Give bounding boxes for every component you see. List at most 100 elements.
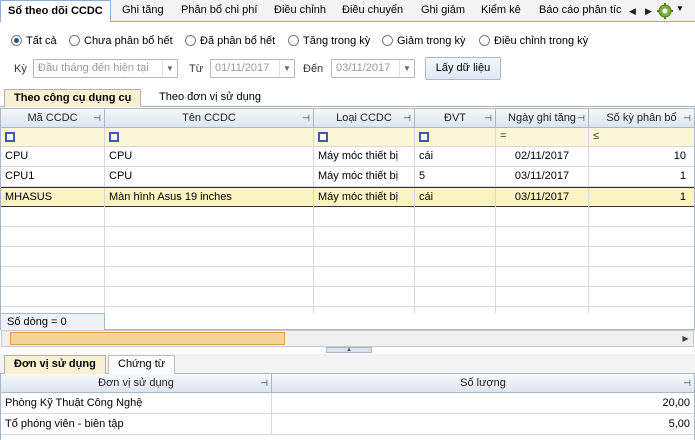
radio-dot-icon: [185, 35, 196, 46]
radio-giam-trong-ky[interactable]: Giảm trong kỳ: [382, 33, 465, 49]
filter-icon[interactable]: [109, 132, 119, 142]
tab-bao-cao-phan-tich[interactable]: Báo cáo phân tíc: [532, 0, 626, 22]
cell-type[interactable]: Máy móc thiết bị: [314, 188, 415, 207]
cell-periods[interactable]: 1: [589, 188, 694, 207]
cell-unit[interactable]: 5: [415, 167, 496, 186]
col-line: [495, 207, 496, 313]
pin-icon[interactable]: ⊣: [302, 109, 310, 127]
cell-quantity[interactable]: 5,00: [272, 414, 694, 434]
radio-dot-icon: [288, 35, 299, 46]
cell-code[interactable]: CPU: [1, 147, 105, 166]
col-line: [414, 207, 415, 313]
tab-theo-don-vi-su-dung[interactable]: Theo đơn vị sử dụng: [150, 89, 270, 107]
filter-cell[interactable]: =: [496, 128, 589, 147]
table-row[interactable]: Tổ phóng viên - biên tập 5,00: [1, 414, 694, 435]
pin-icon[interactable]: ⊣: [93, 109, 101, 127]
cell-quantity[interactable]: 20,00: [272, 393, 694, 413]
pin-icon[interactable]: ⊣: [403, 109, 411, 127]
cell-type[interactable]: Máy móc thiết bị: [314, 167, 415, 186]
col-header-ngay-ghi-tang[interactable]: Ngày ghi tăng ⊣: [496, 109, 589, 128]
radio-chua-phan-bo-het[interactable]: Chưa phân bổ hết: [69, 33, 173, 49]
tab-theo-cong-cu-dung-cu[interactable]: Theo công cụ dụng cụ: [4, 89, 142, 107]
cell-unit[interactable]: cái: [415, 147, 496, 166]
radio-dot-icon: [382, 35, 393, 46]
col-header-don-vi-su-dung[interactable]: Đơn vị sử dụng ⊣: [1, 374, 272, 393]
to-date-field[interactable]: 03/11/2017 ▼: [331, 59, 415, 78]
pin-icon[interactable]: ⊣: [683, 374, 691, 392]
filter-cell[interactable]: [415, 128, 496, 147]
table-row[interactable]: Phòng Kỹ Thuật Công Nghệ 20,00: [1, 393, 694, 414]
cell-periods[interactable]: 10: [589, 147, 694, 166]
chevron-down-icon[interactable]: ▼: [399, 60, 414, 77]
tab-so-theo-doi-ccdc[interactable]: Sổ theo dõi CCDC: [0, 0, 111, 23]
cell-unit[interactable]: cái: [415, 188, 496, 207]
tab-ghi-giam[interactable]: Ghi giảm: [414, 0, 472, 22]
table-row[interactable]: CPU CPU Máy móc thiết bị cái 02/11/2017 …: [1, 147, 694, 167]
tab-chung-tu[interactable]: Chứng từ: [108, 355, 176, 374]
tab-don-vi-su-dung[interactable]: Đơn vị sử dụng: [4, 355, 106, 374]
cell-name[interactable]: CPU: [105, 167, 314, 186]
col-header-ma-ccdc[interactable]: Mã CCDC ⊣: [1, 109, 105, 128]
cell-usage-unit[interactable]: Phòng Kỹ Thuật Công Nghệ: [1, 393, 272, 413]
cell-code[interactable]: MHASUS: [1, 188, 105, 207]
radio-dot-icon: [479, 35, 490, 46]
cell-name[interactable]: Màn hình Asus 19 inches: [105, 188, 314, 207]
radio-dieu-chinh-trong-ky[interactable]: Điều chỉnh trong kỳ: [479, 33, 588, 49]
usage-unit-grid: Đơn vị sử dụng ⊣ Số lượng ⊣ Phòng Kỹ Thuật…: [0, 374, 695, 440]
radio-tat-ca[interactable]: Tất cả: [11, 33, 57, 49]
radio-tang-trong-ky[interactable]: Tăng trong kỳ: [288, 33, 370, 49]
load-data-button[interactable]: Lấy dữ liệu: [425, 57, 501, 80]
cell-date[interactable]: 02/11/2017: [496, 147, 589, 166]
gear-icon[interactable]: [656, 2, 674, 20]
cell-periods[interactable]: 1: [589, 167, 694, 186]
col-header-so-ky-phan-bo[interactable]: Số kỳ phân bổ ⊣: [589, 109, 694, 128]
pin-icon[interactable]: ⊣: [577, 109, 585, 127]
tab-scroll-left-icon[interactable]: ◀: [625, 3, 640, 19]
table-row-selected[interactable]: MHASUS Màn hình Asus 19 inches Máy móc t…: [1, 187, 694, 207]
scroll-right-icon[interactable]: ▶: [679, 332, 692, 345]
tab-dieu-chuyen[interactable]: Điều chuyển: [335, 0, 410, 22]
filter-cell[interactable]: ≤: [589, 128, 694, 147]
tab-dieu-chinh[interactable]: Điều chỉnh: [267, 0, 333, 22]
pin-icon[interactable]: ⊣: [260, 374, 268, 392]
chevron-down-icon[interactable]: ▼: [162, 60, 177, 77]
tab-ghi-tang[interactable]: Ghi tăng: [115, 0, 171, 22]
filter-cell[interactable]: [1, 128, 105, 147]
cell-type[interactable]: Máy móc thiết bị: [314, 147, 415, 166]
filter-icon[interactable]: [318, 132, 328, 142]
to-label: Đến: [303, 63, 324, 75]
col-header-loai-ccdc[interactable]: Loại CCDC ⊣: [314, 109, 415, 128]
period-select[interactable]: Đầu tháng đến hiện tại ▼: [33, 59, 178, 78]
col-header-ten-ccdc[interactable]: Tên CCDC ⊣: [105, 109, 314, 128]
chevron-down-icon[interactable]: ▼: [279, 60, 294, 77]
col-line: [588, 207, 589, 313]
cell-date[interactable]: 03/11/2017: [496, 188, 589, 207]
filter-area: [0, 22, 695, 88]
col-header-dvt[interactable]: ĐVT ⊣: [415, 109, 496, 128]
pin-icon[interactable]: ⊣: [484, 109, 492, 127]
filter-icon[interactable]: [5, 132, 15, 142]
cell-code[interactable]: CPU1: [1, 167, 105, 186]
table-row[interactable]: CPU1 CPU Máy móc thiết bị 5 03/11/2017 1: [1, 167, 694, 187]
cell-name[interactable]: CPU: [105, 147, 314, 166]
filter-cell[interactable]: [105, 128, 314, 147]
tab-scroll-right-icon[interactable]: ▶: [641, 3, 656, 19]
filter-cell[interactable]: [314, 128, 415, 147]
cell-usage-unit[interactable]: Tổ phóng viên - biên tập: [1, 414, 272, 434]
pin-icon[interactable]: ⊣: [683, 109, 691, 127]
col-line: [104, 207, 105, 313]
col-header-so-luong[interactable]: Số lượng ⊣: [272, 374, 694, 393]
radio-dot-icon: [11, 35, 22, 46]
tab-phan-bo-chi-phi[interactable]: Phân bổ chi phí: [174, 0, 264, 22]
chevron-down-icon[interactable]: ▼: [676, 4, 684, 13]
radio-da-phan-bo-het[interactable]: Đã phân bổ hết: [185, 33, 275, 49]
from-date-field[interactable]: 01/11/2017 ▼: [210, 59, 295, 78]
horizontal-scrollbar[interactable]: ▶: [1, 330, 694, 347]
cell-date[interactable]: 03/11/2017: [496, 167, 589, 186]
filter-icon[interactable]: [419, 132, 429, 142]
col-line: [313, 207, 314, 313]
scrollbar-thumb[interactable]: [10, 332, 285, 345]
tab-kiem-ke[interactable]: Kiểm kê: [474, 0, 528, 22]
ccdc-grid: Mã CCDC ⊣ Tên CCDC ⊣ Loại CCDC ⊣ ĐVT ⊣ Ngày …: [0, 108, 695, 330]
splitter-handle[interactable]: ▲: [326, 347, 372, 353]
